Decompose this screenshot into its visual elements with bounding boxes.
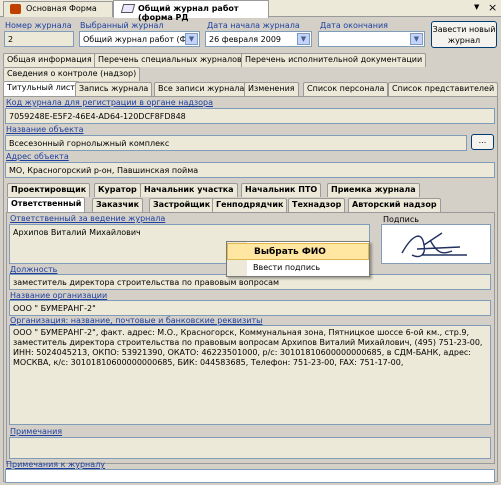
number-label: Номер журнала bbox=[5, 21, 72, 30]
details-value: ООО " БУМЕРАНГ-2", факт. адрес: М.О., Кр… bbox=[13, 328, 483, 367]
code-field: 7059248E-E5F2-46E4-AD64-120DCF8FD848 bbox=[5, 108, 495, 124]
menu-item-enter-signature[interactable]: Ввести подпись bbox=[227, 261, 369, 276]
menu-item-select-name[interactable]: Выбрать ФИО bbox=[227, 243, 369, 260]
tab-designer[interactable]: Проектировщик bbox=[7, 183, 91, 197]
position-label: Должность bbox=[10, 265, 58, 274]
org-label: Название организации bbox=[10, 291, 108, 300]
tab-changes[interactable]: Изменения bbox=[244, 82, 299, 96]
start-date-value: 26 февраля 2009 bbox=[209, 35, 282, 44]
start-date-label: Дата начала журнала bbox=[207, 21, 300, 30]
tab-author-supervision[interactable]: Авторский надзор bbox=[348, 198, 441, 212]
browse-button-label: ... bbox=[478, 136, 487, 145]
person-label: Ответственный за ведение журнала bbox=[10, 214, 166, 223]
tab-site-manager[interactable]: Начальник участка bbox=[140, 183, 238, 197]
menu-item-enter-signature-label: Ввести подпись bbox=[253, 263, 321, 272]
address-label: Адрес объекта bbox=[6, 152, 69, 161]
start-date-field[interactable]: 26 февраля 2009 ▼ bbox=[205, 31, 312, 47]
chevron-down-icon[interactable]: ▼ bbox=[410, 33, 423, 45]
selected-journal-value: Общий журнал работ (Фо bbox=[83, 35, 192, 44]
tab-general-contractor[interactable]: Генподрядчик bbox=[212, 198, 288, 212]
tab-main-form-label: Основная Форма bbox=[26, 4, 97, 13]
tab-journal-acceptance[interactable]: Приемка журнала bbox=[327, 183, 420, 197]
person-value: Архипов Виталий Михайлович bbox=[13, 228, 141, 237]
signature-box[interactable] bbox=[381, 224, 491, 264]
tab-general-journal-label: Общий журнал работ (форма РД bbox=[138, 4, 239, 22]
tab-personnel[interactable]: Список персонала bbox=[303, 82, 389, 96]
tab-journal-entry[interactable]: Запись журнала bbox=[75, 82, 153, 96]
notes-field[interactable] bbox=[9, 437, 491, 459]
tab-executive-docs[interactable]: Перечень исполнительной документации bbox=[241, 53, 427, 67]
tab-curator[interactable]: Куратор bbox=[94, 183, 141, 197]
tab-general-info[interactable]: Общая информация bbox=[3, 53, 96, 67]
tab-representatives[interactable]: Список представителей bbox=[388, 82, 499, 96]
tab-all-entries[interactable]: Все записи журнала bbox=[154, 82, 249, 96]
close-icon[interactable]: × bbox=[488, 1, 497, 14]
code-label: Код журнала для регистрации в органе над… bbox=[6, 98, 214, 107]
context-menu: Выбрать ФИО Ввести подпись bbox=[226, 241, 370, 277]
chevron-down-icon[interactable]: ▼ bbox=[297, 33, 310, 45]
tab-title-page[interactable]: Титульный лист bbox=[3, 81, 79, 96]
object-field: Всесезонный горнолыжный комплекс bbox=[5, 135, 467, 151]
menu-item-select-name-label: Выбрать ФИО bbox=[254, 247, 326, 257]
tab-main-form[interactable]: Основная Форма bbox=[3, 1, 113, 17]
tab-special-journals[interactable]: Перечень специальных журналов bbox=[94, 53, 246, 67]
signature-label: Подпись bbox=[383, 215, 419, 224]
selected-journal-select[interactable]: Общий журнал работ (Фо ▼ bbox=[79, 31, 200, 47]
details-label: Организация: название, почтовые и банков… bbox=[10, 316, 263, 325]
details-field: ООО " БУМЕРАНГ-2", факт. адрес: М.О., Кр… bbox=[9, 325, 491, 425]
journal-notes-field[interactable] bbox=[5, 469, 495, 483]
address-field: МО, Красногорский р-он, Павшинская пойма bbox=[5, 162, 495, 178]
tab-pto-head[interactable]: Начальник ПТО bbox=[241, 183, 322, 197]
home-icon bbox=[10, 4, 21, 14]
tab-responsible[interactable]: Ответственный bbox=[7, 197, 86, 212]
journal-notes-label: Примечания к журналу bbox=[6, 460, 106, 469]
signature-image bbox=[401, 232, 467, 258]
journal-icon bbox=[120, 4, 136, 13]
tabs-dropdown-icon[interactable]: ▼ bbox=[474, 3, 479, 11]
selected-journal-label: Выбранный журнал bbox=[80, 21, 164, 30]
new-journal-button-label: Завести новый журнал bbox=[432, 25, 496, 45]
tab-developer[interactable]: Застройщик bbox=[149, 198, 215, 212]
browse-object-button[interactable]: ... bbox=[471, 134, 494, 150]
object-label: Название объекта bbox=[6, 125, 84, 134]
notes-label: Примечания bbox=[10, 427, 63, 436]
org-field: ООО " БУМЕРАНГ-2" bbox=[9, 300, 491, 316]
number-field: 2 bbox=[4, 31, 74, 47]
tab-tech-supervision[interactable]: Технадзор bbox=[288, 198, 346, 212]
end-date-label: Дата окончания bbox=[320, 21, 388, 30]
tab-customer[interactable]: Заказчик bbox=[92, 198, 144, 212]
tab-control-info[interactable]: Сведения о контроле (надзор) bbox=[3, 67, 141, 81]
new-journal-button[interactable]: Завести новый журнал bbox=[431, 21, 497, 48]
tab-general-journal[interactable]: Общий журнал работ (форма РД bbox=[113, 0, 269, 22]
chevron-down-icon[interactable]: ▼ bbox=[185, 33, 198, 45]
end-date-field[interactable]: ▼ bbox=[318, 31, 425, 47]
